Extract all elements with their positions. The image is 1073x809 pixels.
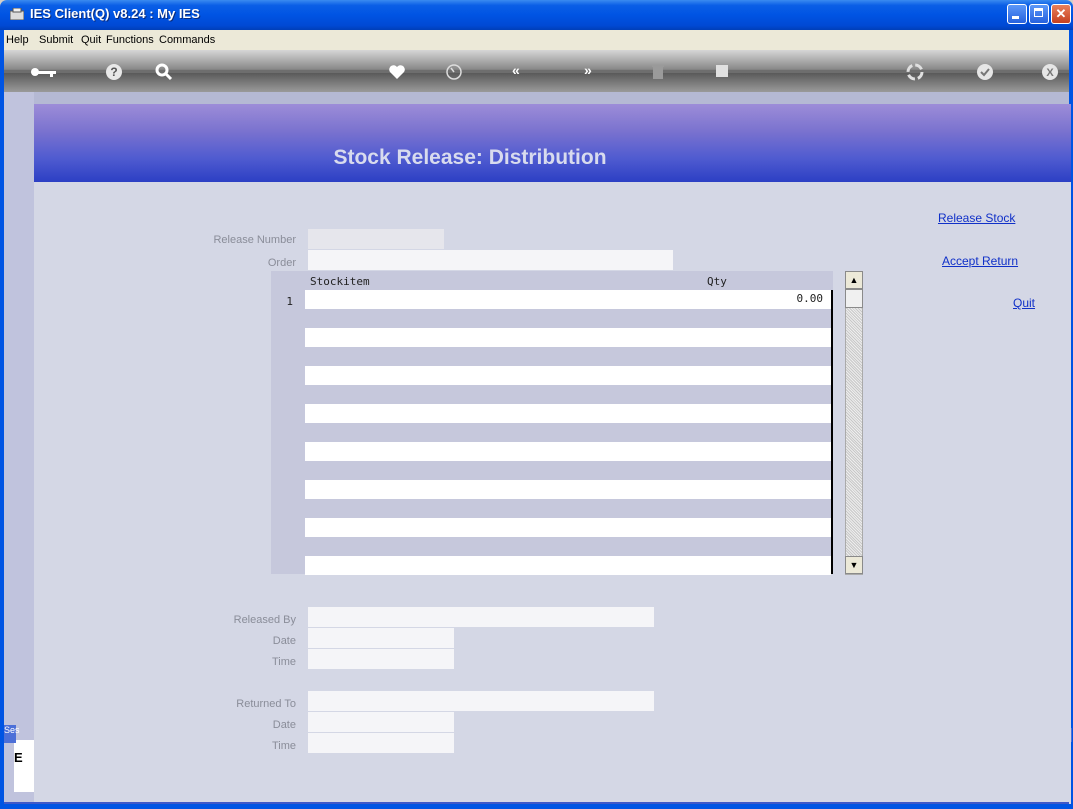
stop-icon[interactable] <box>715 64 729 78</box>
close-window-button[interactable]: ✕ <box>1051 4 1071 24</box>
order-field[interactable] <box>308 250 673 270</box>
table-row[interactable] <box>305 518 831 537</box>
scroll-up-button[interactable]: ▲ <box>845 271 863 289</box>
qty-cell[interactable]: 0.00 <box>797 292 832 305</box>
table-row[interactable] <box>305 556 831 575</box>
returned-date-field[interactable] <box>308 712 454 732</box>
column-header-stockitem[interactable]: Stockitem <box>310 275 370 288</box>
minimize-icon <box>1008 5 1026 23</box>
help-icon[interactable]: ? <box>105 63 123 81</box>
released-time-field[interactable] <box>308 649 454 669</box>
key-icon[interactable] <box>30 66 58 78</box>
released-by-field[interactable] <box>308 607 654 627</box>
column-header-qty[interactable]: Qty <box>707 275 727 288</box>
session-letter: E <box>14 750 23 765</box>
toolbar: ? « » X <box>4 50 1069 92</box>
window-title: IES Client(Q) v8.24 : My IES <box>30 6 200 21</box>
returned-time-field[interactable] <box>308 733 454 753</box>
window-title-bar[interactable]: IES Client(Q) v8.24 : My IES ✕ <box>0 0 1073 30</box>
released-by-label: Released By <box>233 614 296 626</box>
recycle-icon[interactable] <box>906 63 924 81</box>
grid-scrollbar[interactable] <box>845 271 863 575</box>
heart-icon[interactable] <box>388 64 406 80</box>
table-row[interactable] <box>305 366 831 385</box>
bottom-border <box>4 802 1069 804</box>
menu-bar: Help Submit Quit Functions Commands <box>4 30 1069 50</box>
release-number-label: Release Number <box>213 234 296 246</box>
returned-time-label: Time <box>271 740 296 752</box>
table-row[interactable] <box>305 442 831 461</box>
app-icon <box>10 8 24 20</box>
minimize-button[interactable] <box>1007 4 1027 24</box>
session-panel <box>14 740 34 792</box>
menu-help[interactable]: Help <box>6 34 29 46</box>
released-date-field[interactable] <box>308 628 454 648</box>
table-row[interactable] <box>305 480 831 499</box>
released-time-label: Time <box>271 656 296 668</box>
row-number: 1 <box>286 295 293 308</box>
maximize-icon <box>1030 5 1048 23</box>
returned-to-field[interactable] <box>308 691 654 711</box>
quit-link[interactable]: Quit <box>1013 296 1035 310</box>
order-label: Order <box>267 257 296 269</box>
returned-to-label: Returned To <box>236 698 296 710</box>
menu-submit[interactable]: Submit <box>39 34 73 46</box>
release-stock-link[interactable]: Release Stock <box>938 211 1015 225</box>
accept-return-link[interactable]: Accept Return <box>942 254 1018 268</box>
release-number-field[interactable] <box>308 229 444 249</box>
trash-icon[interactable] <box>652 64 664 80</box>
menu-commands[interactable]: Commands <box>159 34 215 46</box>
check-icon[interactable] <box>976 63 994 81</box>
grid-row-number-column <box>271 271 305 574</box>
page-banner <box>34 104 1071 182</box>
svg-text:X: X <box>1046 67 1054 79</box>
table-row[interactable]: 0.00 <box>305 290 831 309</box>
svg-text:?: ? <box>110 65 117 79</box>
forward-icon[interactable]: » <box>584 60 592 80</box>
page-title: Stock Release: Distribution <box>333 146 607 169</box>
scroll-down-button[interactable]: ▼ <box>845 556 863 574</box>
table-row[interactable] <box>305 328 831 347</box>
menu-functions[interactable]: Functions <box>106 34 154 46</box>
rewind-icon[interactable]: « <box>512 60 520 80</box>
close-icon: ✕ <box>1055 6 1067 21</box>
clock-icon[interactable] <box>445 63 463 81</box>
table-row[interactable] <box>305 404 831 423</box>
search-icon[interactable] <box>154 62 174 82</box>
grid-header <box>305 271 833 290</box>
session-tab[interactable]: Ses <box>4 725 20 743</box>
released-date-label: Date <box>272 635 296 647</box>
menu-quit[interactable]: Quit <box>81 34 101 46</box>
close-icon[interactable]: X <box>1041 63 1059 81</box>
maximize-button[interactable] <box>1029 4 1049 24</box>
scroll-thumb[interactable] <box>845 289 863 308</box>
session-sidebar <box>4 92 34 804</box>
returned-date-label: Date <box>272 719 296 731</box>
